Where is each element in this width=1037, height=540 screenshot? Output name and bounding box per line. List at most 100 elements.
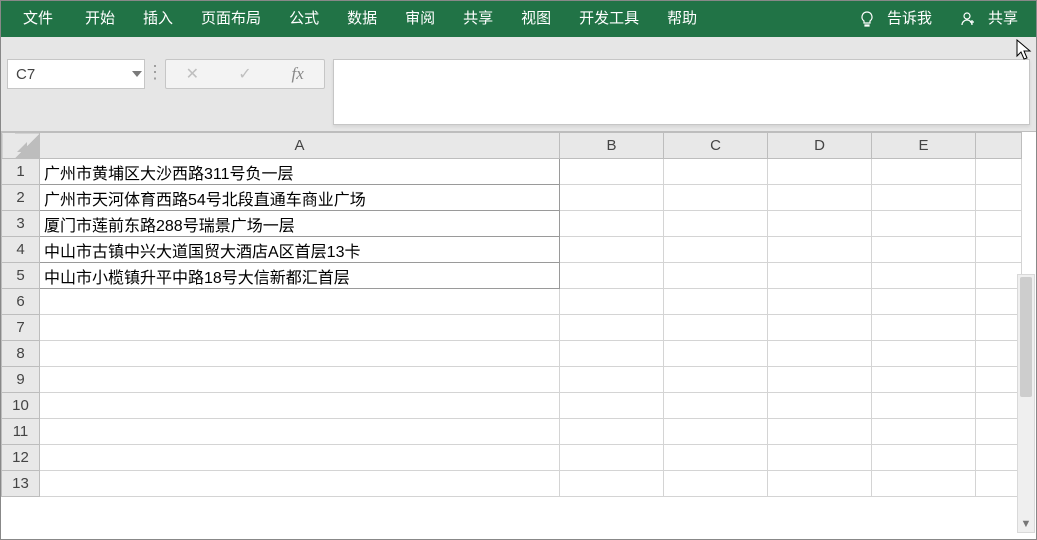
cell-E12[interactable] — [872, 445, 976, 471]
row-header[interactable]: 6 — [2, 289, 40, 315]
row-header[interactable]: 10 — [2, 393, 40, 419]
cell-C11[interactable] — [664, 419, 768, 445]
scroll-down-icon[interactable]: ▼ — [1018, 516, 1034, 532]
cell-E11[interactable] — [872, 419, 976, 445]
cell-B10[interactable] — [560, 393, 664, 419]
cell-A2[interactable]: 广州市天河体育西路54号北段直通车商业广场 — [40, 185, 560, 211]
vertical-scrollbar[interactable]: ▲ ▼ — [1017, 274, 1035, 533]
tab-review[interactable]: 审阅 — [391, 1, 449, 37]
row-header[interactable]: 11 — [2, 419, 40, 445]
cell-F4[interactable] — [976, 237, 1022, 263]
cell-D10[interactable] — [768, 393, 872, 419]
row-header[interactable]: 7 — [2, 315, 40, 341]
cell-E6[interactable] — [872, 289, 976, 315]
formula-input[interactable] — [333, 59, 1030, 125]
cell-C8[interactable] — [664, 341, 768, 367]
col-header-C[interactable]: C — [664, 133, 768, 159]
cell-A8[interactable] — [40, 341, 560, 367]
tab-developer[interactable]: 开发工具 — [565, 1, 653, 37]
cell-D7[interactable] — [768, 315, 872, 341]
cell-D13[interactable] — [768, 471, 872, 497]
cell-D1[interactable] — [768, 159, 872, 185]
cell-D5[interactable] — [768, 263, 872, 289]
cell-F7[interactable] — [976, 315, 1022, 341]
cell-E2[interactable] — [872, 185, 976, 211]
cell-C10[interactable] — [664, 393, 768, 419]
cell-B1[interactable] — [560, 159, 664, 185]
cell-D9[interactable] — [768, 367, 872, 393]
cell-B5[interactable] — [560, 263, 664, 289]
row-header[interactable]: 3 — [2, 211, 40, 237]
spreadsheet-grid[interactable]: A B C D E 1广州市黄埔区大沙西路311号负一层2广州市天河体育西路54… — [1, 132, 1036, 539]
cell-D11[interactable] — [768, 419, 872, 445]
cell-E13[interactable] — [872, 471, 976, 497]
cell-E3[interactable] — [872, 211, 976, 237]
cell-B9[interactable] — [560, 367, 664, 393]
cell-F12[interactable] — [976, 445, 1022, 471]
cell-C2[interactable] — [664, 185, 768, 211]
cell-E1[interactable] — [872, 159, 976, 185]
cell-E5[interactable] — [872, 263, 976, 289]
cell-B11[interactable] — [560, 419, 664, 445]
cell-B3[interactable] — [560, 211, 664, 237]
cell-F5[interactable] — [976, 263, 1022, 289]
cell-C1[interactable] — [664, 159, 768, 185]
cell-C13[interactable] — [664, 471, 768, 497]
cell-B13[interactable] — [560, 471, 664, 497]
cell-D8[interactable] — [768, 341, 872, 367]
tab-formulas[interactable]: 公式 — [275, 1, 333, 37]
cell-A1[interactable]: 广州市黄埔区大沙西路311号负一层 — [40, 159, 560, 185]
cell-B2[interactable] — [560, 185, 664, 211]
cell-A6[interactable] — [40, 289, 560, 315]
name-box[interactable]: C7 — [7, 59, 145, 89]
cell-D2[interactable] — [768, 185, 872, 211]
cell-B12[interactable] — [560, 445, 664, 471]
tab-insert[interactable]: 插入 — [129, 1, 187, 37]
col-header-E[interactable]: E — [872, 133, 976, 159]
tell-me-button[interactable]: 告诉我 — [845, 1, 946, 37]
cancel-icon[interactable]: ✕ — [183, 64, 201, 84]
cell-E9[interactable] — [872, 367, 976, 393]
row-header[interactable]: 1 — [2, 159, 40, 185]
cell-F10[interactable] — [976, 393, 1022, 419]
cell-F1[interactable] — [976, 159, 1022, 185]
cell-F2[interactable] — [976, 185, 1022, 211]
row-header[interactable]: 4 — [2, 237, 40, 263]
cell-A12[interactable] — [40, 445, 560, 471]
cell-B7[interactable] — [560, 315, 664, 341]
col-header-A[interactable]: A — [40, 133, 560, 159]
cell-F3[interactable] — [976, 211, 1022, 237]
col-header-B[interactable]: B — [560, 133, 664, 159]
tab-home[interactable]: 开始 — [71, 1, 129, 37]
cell-E4[interactable] — [872, 237, 976, 263]
cell-E10[interactable] — [872, 393, 976, 419]
fx-icon[interactable]: fx — [289, 64, 307, 84]
cell-D3[interactable] — [768, 211, 872, 237]
cell-D12[interactable] — [768, 445, 872, 471]
row-header[interactable]: 13 — [2, 471, 40, 497]
cell-D4[interactable] — [768, 237, 872, 263]
cell-E7[interactable] — [872, 315, 976, 341]
cell-C7[interactable] — [664, 315, 768, 341]
cell-C12[interactable] — [664, 445, 768, 471]
drag-handle-icon[interactable]: ⋮ — [146, 65, 164, 79]
cell-A5[interactable]: 中山市小榄镇升平中路18号大信新都汇首层 — [40, 263, 560, 289]
row-header[interactable]: 8 — [2, 341, 40, 367]
cell-A10[interactable] — [40, 393, 560, 419]
tab-help[interactable]: 帮助 — [653, 1, 711, 37]
cell-A3[interactable]: 厦门市莲前东路288号瑞景广场一层 — [40, 211, 560, 237]
row-header[interactable]: 12 — [2, 445, 40, 471]
tab-view[interactable]: 视图 — [507, 1, 565, 37]
tab-page-layout[interactable]: 页面布局 — [187, 1, 275, 37]
select-all-corner[interactable] — [2, 133, 40, 159]
cell-C9[interactable] — [664, 367, 768, 393]
cell-F8[interactable] — [976, 341, 1022, 367]
cell-F6[interactable] — [976, 289, 1022, 315]
tab-file[interactable]: 文件 — [5, 1, 71, 37]
cell-F9[interactable] — [976, 367, 1022, 393]
share-button[interactable]: 共享 — [946, 1, 1032, 37]
cell-A11[interactable] — [40, 419, 560, 445]
cell-C6[interactable] — [664, 289, 768, 315]
col-header-F[interactable] — [976, 133, 1022, 159]
scroll-thumb[interactable] — [1020, 277, 1032, 397]
